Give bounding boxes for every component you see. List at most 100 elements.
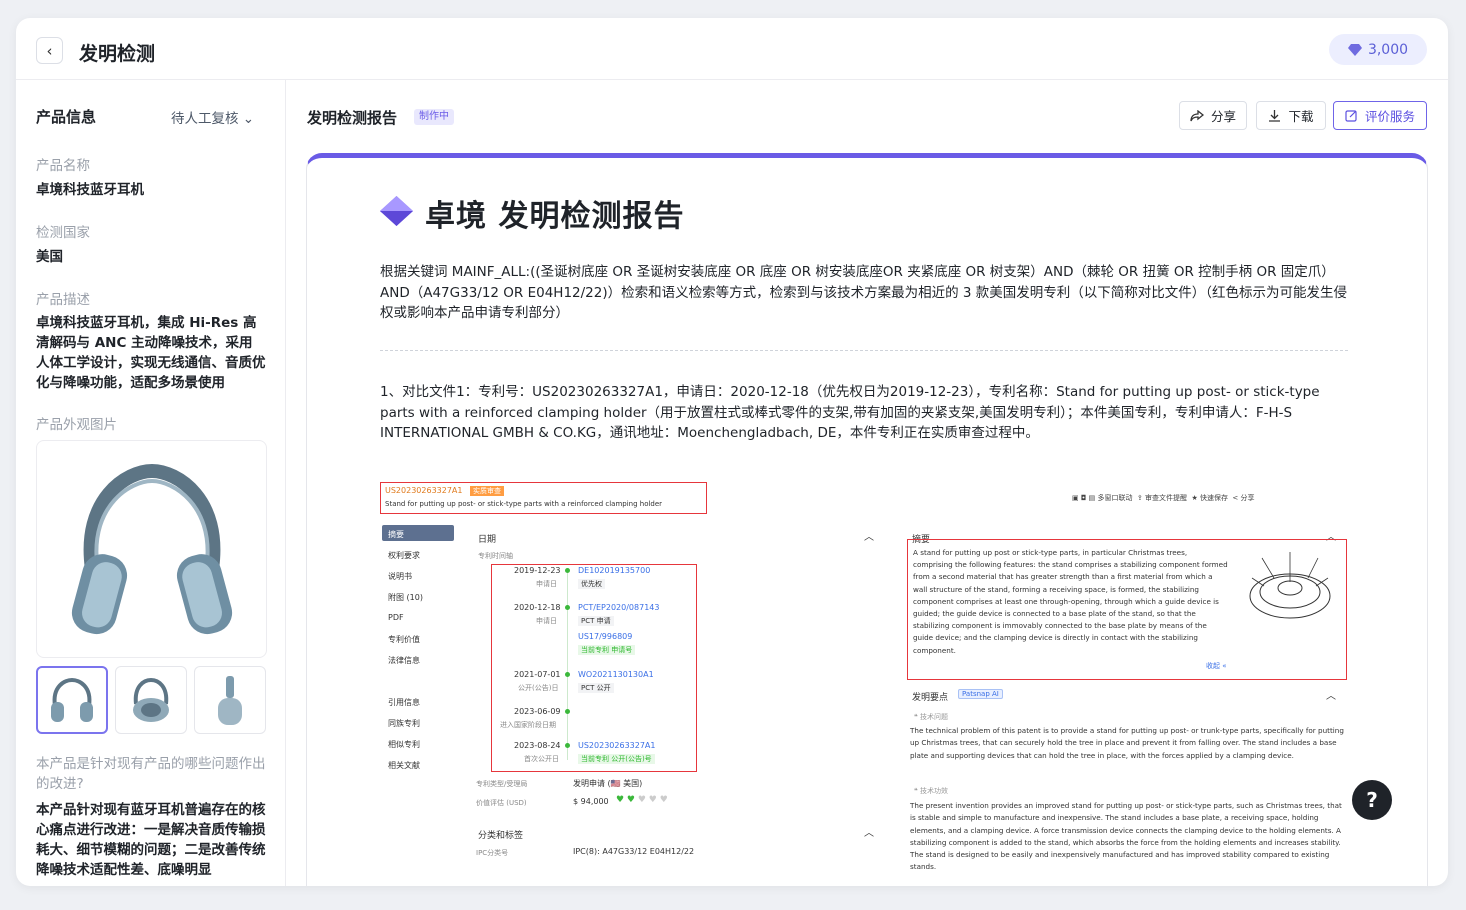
timeline-date: 2023-08-24 — [514, 741, 561, 750]
headphones-image — [71, 463, 232, 635]
timeline-date: 2019-12-23 — [514, 566, 561, 575]
timeline-dot — [565, 568, 570, 573]
headphones-thumbnail-icon — [133, 677, 169, 722]
timeline-line — [567, 570, 568, 760]
headphones-thumbnail-icon — [218, 676, 242, 725]
nav-item[interactable]: 附图 (10) — [388, 592, 423, 603]
report-intro: 根据关键词 MAINF_ALL:((圣诞树底座 OR 圣诞树安装底座 OR 底座… — [380, 264, 1348, 321]
review-status-label: 待人工复核 — [171, 111, 239, 127]
ipc-label: IPC分类号 — [476, 849, 509, 857]
chevron-left-icon: ‹ — [46, 41, 53, 60]
value-rating-icons: ♥ ♥ ♥ ♥ ♥ — [616, 795, 668, 805]
report-main: 发明检测报告 制作中 分享 下载 评价服务 卓境 发明检测报告 根据关键词 MA… — [287, 80, 1448, 886]
comparison-item-1: 1、对比文件1：专利号：US20230263327A1，申请日：2020-12-… — [380, 384, 1320, 441]
nav-item[interactable]: 摘要 — [388, 529, 404, 540]
timeline-tag: PCT 申请 — [578, 616, 614, 626]
nav-item[interactable]: 说明书 — [388, 571, 412, 582]
patent-type-value: 发明申请 (🇺🇸 美国) — [573, 779, 643, 788]
nav-item[interactable]: 权利要求 — [388, 550, 420, 561]
timeline-number[interactable]: US17/996809 — [578, 632, 632, 641]
review-status-dropdown[interactable]: 待人工复核 ⌄ — [171, 107, 254, 127]
patent-type-label: 专利类型/受理局 — [476, 780, 528, 788]
share-label: 分享 — [1210, 109, 1236, 124]
headphones-thumbnail-icon — [51, 677, 93, 722]
nav-item[interactable]: 引用信息 — [388, 697, 420, 708]
back-button[interactable]: ‹ — [36, 37, 63, 64]
diamond-icon — [1347, 43, 1362, 56]
report-title: 卓境 发明检测报告 — [425, 199, 685, 234]
timeline-date: 2020-12-18 — [514, 603, 561, 612]
report-card: 卓境 发明检测报告 根据关键词 MAINF_ALL:((圣诞树底座 OR 圣诞树… — [306, 153, 1428, 886]
patent-screenshot: US20230263327A1 实质审查 Stand for putting u… — [380, 476, 1350, 886]
toolbar-icons: ▣ ◘ ▤ — [1072, 494, 1098, 502]
divider — [380, 350, 1348, 351]
classification-title: 分类和标签 — [478, 831, 524, 841]
toolbar-item[interactable]: 快速保存 — [1200, 494, 1228, 502]
report-heading: 发明检测报告 — [307, 109, 398, 127]
status-badge: 制作中 — [414, 109, 454, 125]
timeline-tag: 当前专利 公开(公告)号 — [578, 754, 655, 764]
problem-text: The technical problem of this patent is … — [910, 726, 1344, 760]
patent-title: Stand for putting up post- or stick-type… — [385, 500, 663, 508]
product-image[interactable] — [36, 440, 267, 658]
thumbnail-1[interactable] — [36, 666, 108, 734]
description-label: 产品描述 — [36, 292, 90, 308]
timeline-sub: 公开(公告)日 — [518, 684, 559, 692]
credits-value: 3,000 — [1367, 41, 1409, 58]
problem-label: ❝ 技术问题 — [914, 713, 948, 721]
timeline-dot — [565, 709, 570, 714]
timeline-tag: PCT 公开 — [578, 683, 614, 693]
timeline-number[interactable]: DE102019135700 — [578, 566, 650, 575]
collapse-icon[interactable]: ︿ — [864, 528, 874, 543]
timeline-number[interactable]: PCT/EP2020/087143 — [578, 603, 659, 612]
country-label: 检测国家 — [36, 225, 90, 241]
product-info-sidebar: 产品信息 待人工复核 ⌄ 产品名称 卓境科技蓝牙耳机 检测国家 美国 产品描述 … — [16, 80, 286, 886]
abstract-text: A stand for putting up post or stick-typ… — [913, 548, 1228, 655]
nav-item[interactable]: PDF — [388, 613, 404, 622]
collapse-link[interactable]: 收起 « — [1206, 661, 1227, 671]
timeline-number[interactable]: WO2021130130A1 — [578, 670, 654, 679]
problem-label-text: 技术问题 — [920, 713, 948, 721]
nav-item[interactable]: 相似专利 — [388, 739, 420, 750]
answer-value: 本产品针对现有蓝牙耳机普遍存在的核心痛点进行改进：一是解决音质传输损耗大、细节模… — [36, 802, 266, 878]
nav-item[interactable]: 同族专利 — [388, 718, 420, 729]
nav-item[interactable]: 专利价值 — [388, 634, 420, 645]
nav-item[interactable]: 相关文献 — [388, 760, 420, 771]
ipc-value: IPC(8): A47G33/12 E04H12/22 — [573, 847, 695, 856]
ai-tag: Patsnap AI — [958, 689, 1003, 699]
toolbar-item[interactable]: 多窗口联动 — [1097, 494, 1132, 502]
download-button[interactable]: 下载 — [1256, 101, 1326, 130]
thumbnail-3[interactable] — [194, 666, 266, 734]
timeline-sub: 进入国家阶段日期 — [500, 721, 556, 729]
collapse-icon[interactable]: ︿ — [1326, 687, 1336, 702]
value-value: $ 94,000 — [573, 797, 609, 806]
thumbnail-2[interactable] — [115, 666, 187, 734]
timeline-sub: 首次公开日 — [524, 755, 559, 763]
share-button[interactable]: 分享 — [1179, 101, 1247, 130]
effect-label-text: 技术功效 — [920, 787, 948, 795]
timeline-sub: 申请日 — [536, 580, 557, 588]
toolbar-item[interactable]: 分享 — [1241, 494, 1255, 502]
evaluate-service-button[interactable]: 评价服务 — [1333, 101, 1427, 130]
toolbar-item[interactable]: 审查文件提醒 — [1145, 494, 1187, 502]
timeline-date: 2021-07-01 — [514, 670, 561, 679]
timeline-dot — [565, 672, 570, 677]
dates-section-title: 日期 — [478, 535, 497, 545]
product-name-value: 卓境科技蓝牙耳机 — [36, 182, 144, 198]
nav-item[interactable]: 法律信息 — [388, 655, 420, 666]
app-window: ‹ 发明检测 3,000 产品信息 待人工复核 ⌄ 产品名称 卓境科技蓝牙耳机 … — [16, 18, 1448, 886]
top-bar: ‹ 发明检测 3,000 — [16, 18, 1448, 80]
help-button[interactable]: ? — [1352, 780, 1392, 820]
collapse-icon[interactable]: ︿ — [864, 824, 874, 839]
effect-text: The present invention provides an improv… — [910, 801, 1342, 872]
timeline-tag: 优先权 — [578, 579, 605, 589]
patent-drawing-image[interactable] — [1242, 548, 1338, 628]
credits-badge[interactable]: 3,000 — [1329, 34, 1427, 65]
share-icon — [1190, 109, 1204, 121]
timeline-sub: 申请日 — [536, 617, 557, 625]
page-title: 发明检测 — [79, 43, 156, 65]
timeline-number[interactable]: US20230263327A1 — [578, 741, 655, 750]
patent-status-tag: 实质审查 — [470, 486, 504, 496]
download-label: 下载 — [1288, 109, 1314, 124]
gem-logo-icon — [380, 196, 413, 226]
